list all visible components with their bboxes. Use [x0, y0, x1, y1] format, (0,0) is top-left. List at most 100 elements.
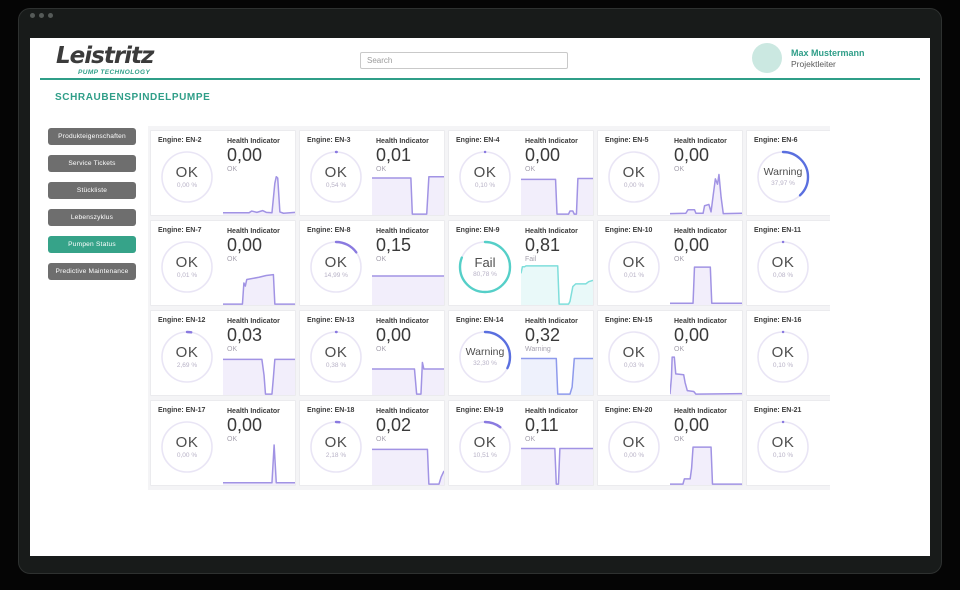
engine-label: Engine: EN-18 [307, 407, 354, 414]
engine-status-gauge: OK 10,51 % [457, 419, 513, 475]
health-sparkline-chart [223, 171, 295, 215]
engine-card[interactable]: Engine: EN-20OK0,00 %Health Indicator0,0… [597, 400, 743, 486]
engine-percent: 0,00 % [177, 452, 197, 459]
gauge-text: OK0,01 % [159, 239, 215, 295]
health-sparkline-chart [521, 261, 593, 305]
health-indicator-value: 0,03 [227, 325, 262, 346]
health-indicator-value: 0,11 [525, 415, 559, 436]
avatar[interactable] [752, 43, 782, 73]
app-content: Leistritz PUMP TECHNOLOGY Max Mustermann… [30, 38, 930, 556]
engine-card[interactable]: Engine: EN-14Warning32,30 %Health Indica… [448, 310, 594, 396]
user-menu[interactable]: Max Mustermann Projektleiter [752, 43, 865, 73]
engine-label: Engine: EN-3 [307, 137, 351, 144]
gauge-text: OK0,00 % [606, 419, 662, 475]
gauge-text: OK 10,51 % [457, 419, 513, 475]
health-indicator-label: Health Indicator [227, 408, 280, 415]
engine-percent: 0,08 % [773, 272, 793, 279]
gauge-text: OK0,54 % [308, 149, 364, 205]
engine-card[interactable]: Engine: EN-10OK0,01 %Health Indicator0,0… [597, 220, 743, 306]
health-indicator-value: 0,00 [674, 325, 709, 346]
health-sparkline-chart [372, 441, 444, 485]
engine-percent: 2,18 % [326, 452, 346, 459]
health-indicator-value: 0,81 [525, 235, 560, 256]
window-controls[interactable] [30, 13, 53, 18]
sidebar-item-predictive-maintenance[interactable]: Predictive Maintenance [48, 263, 136, 280]
sidebar: Produkteigenschaften Service Tickets Stü… [48, 128, 138, 290]
engine-status: Warning [764, 167, 803, 178]
gauge-text: OK0,10 % [755, 419, 811, 475]
engine-label: Engine: EN-14 [456, 317, 503, 324]
health-indicator-label: Health Indicator [376, 318, 429, 325]
page-title: SCHRAUBENSPINDELPUMPE [55, 92, 210, 103]
gauge-text: OK0,38 % [308, 329, 364, 385]
engine-card[interactable]: Engine: EN-19OK10,51 %Health Indicator0,… [448, 400, 594, 486]
engine-percent: 14,99 % [324, 272, 348, 279]
engine-percent: 80,78 % [473, 271, 497, 278]
engine-status: OK [474, 435, 497, 450]
health-sparkline-chart [223, 351, 295, 395]
engine-status-gauge: OK 14,99 % [308, 239, 364, 295]
engine-card[interactable]: Engine: EN-17OK0,00 %Health Indicator0,0… [150, 400, 296, 486]
sidebar-item-service-tickets[interactable]: Service Tickets [48, 155, 136, 172]
engine-status-gauge: OK0,03 % [606, 329, 662, 385]
engine-percent: 10,51 % [473, 452, 497, 459]
engine-card[interactable]: Engine: EN-6Warning37,97 % [746, 130, 830, 216]
engine-status: OK [623, 165, 646, 180]
sidebar-item-stueckliste[interactable]: Stückliste [48, 182, 136, 199]
engine-card[interactable]: Engine: EN-13OK0,38 %Health Indicator0,0… [299, 310, 445, 396]
search-input[interactable] [360, 52, 568, 69]
health-indicator-label: Health Indicator [674, 138, 727, 145]
engine-card[interactable]: Engine: EN-21OK0,10 % [746, 400, 830, 486]
engine-status-gauge: OK2,69 % [159, 329, 215, 385]
sidebar-item-produkteigenschaften[interactable]: Produkteigenschaften [48, 128, 136, 145]
engine-percent: 0,01 % [624, 272, 644, 279]
gauge-text: OK2,18 % [308, 419, 364, 475]
engine-status-gauge: OK 0,08 % [755, 239, 811, 295]
page: Leistritz PUMP TECHNOLOGY Max Mustermann… [0, 0, 960, 590]
engine-card[interactable]: Engine: EN-9Fail80,78 %Health Indicator0… [448, 220, 594, 306]
engine-status-gauge: Fail80,78 % [457, 239, 513, 295]
health-indicator-label: Health Indicator [525, 138, 578, 145]
engine-grid: Engine: EN-2OK0,00 %Health Indicator0,00… [148, 126, 830, 490]
engine-card[interactable]: Engine: EN-3OK0,54 %Health Indicator0,01… [299, 130, 445, 216]
engine-percent: 0,00 % [624, 182, 644, 189]
engine-card[interactable]: Engine: EN-5OK0,00 %Health Indicator0,00… [597, 130, 743, 216]
health-indicator-value: 0,00 [525, 145, 560, 166]
engine-card[interactable]: Engine: EN-12OK2,69 %Health Indicator0,0… [150, 310, 296, 396]
engine-percent: 2,69 % [177, 362, 197, 369]
engine-card[interactable]: Engine: EN-4OK0,10 %Health Indicator0,00… [448, 130, 594, 216]
engine-card[interactable]: Engine: EN-7OK0,01 %Health Indicator0,00… [150, 220, 296, 306]
engine-status: Warning [466, 347, 505, 358]
health-sparkline-chart [670, 261, 742, 305]
health-indicator-value: 0,15 [376, 235, 411, 256]
user-name: Max Mustermann [791, 48, 865, 59]
window-dot-icon[interactable] [39, 13, 44, 18]
engine-percent: 32,30 % [473, 360, 497, 367]
health-sparkline-chart [670, 351, 742, 395]
engine-status-gauge: OK0,01 % [159, 239, 215, 295]
user-info: Max Mustermann Projektleiter [791, 48, 865, 69]
engine-card[interactable]: Engine: EN-2OK0,00 %Health Indicator0,00… [150, 130, 296, 216]
health-sparkline-chart [223, 441, 295, 485]
engine-status: OK [325, 255, 348, 270]
health-indicator-value: 0,00 [227, 145, 262, 166]
engine-label: Engine: EN-9 [456, 227, 500, 234]
window-dot-icon[interactable] [48, 13, 53, 18]
sidebar-item-pumpen-status[interactable]: Pumpen Status [48, 236, 136, 253]
engine-status: OK [176, 165, 199, 180]
engine-status: OK [474, 165, 497, 180]
engine-card[interactable]: Engine: EN-15OK0,03 %Health Indicator0,0… [597, 310, 743, 396]
health-sparkline-chart [670, 441, 742, 485]
engine-card[interactable]: Engine: EN-11OK0,08 % [746, 220, 830, 306]
engine-card[interactable]: Engine: EN-8OK14,99 %Health Indicator0,1… [299, 220, 445, 306]
engine-status-gauge: OK 0,00 % [606, 149, 662, 205]
window-dot-icon[interactable] [30, 13, 35, 18]
engine-card[interactable]: Engine: EN-16OK0,10 % [746, 310, 830, 396]
engine-status: OK [772, 255, 795, 270]
engine-percent: 0,10 % [773, 452, 793, 459]
health-indicator-value: 0,00 [227, 415, 262, 436]
sidebar-item-lebenszyklus[interactable]: Lebenszyklus [48, 209, 136, 226]
health-indicator-label: Health Indicator [525, 408, 578, 415]
engine-status-gauge: OK0,00 % [159, 149, 215, 205]
engine-card[interactable]: Engine: EN-18OK2,18 %Health Indicator0,0… [299, 400, 445, 486]
